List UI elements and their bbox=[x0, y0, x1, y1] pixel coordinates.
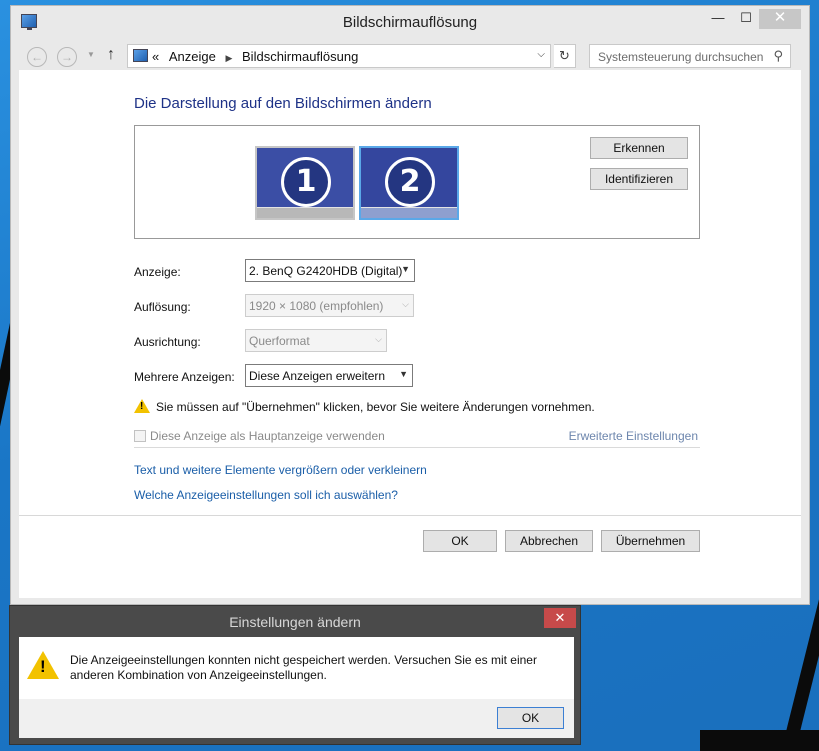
close-button[interactable]: ✕ bbox=[759, 9, 801, 29]
display-settings-window: Bildschirmauflösung — ☐ ✕ ← → ▼ ↑ « Anze… bbox=[10, 5, 810, 605]
display-select-value: 2. BenQ G2420HDB (Digital) bbox=[249, 264, 403, 278]
resolution-select-value: 1920 × 1080 (empfohlen) bbox=[249, 299, 384, 313]
text-size-link[interactable]: Text und weitere Elemente vergrößern ode… bbox=[134, 463, 427, 477]
main-display-checkbox-label: Diese Anzeige als Hauptanzeige verwenden bbox=[150, 429, 385, 443]
monitor-arrangement-panel: 1 2 Erkennen Identifizieren bbox=[134, 125, 700, 239]
orientation-select: Querformat ⌵ bbox=[245, 329, 387, 352]
content-panel: Die Darstellung auf den Bildschirmen änd… bbox=[19, 70, 801, 598]
apply-button[interactable]: Übernehmen bbox=[601, 530, 700, 552]
warning-text: Sie müssen auf "Übernehmen" klicken, bev… bbox=[156, 400, 595, 414]
divider bbox=[134, 447, 700, 448]
address-dropdown-chevron-icon[interactable]: ⌵ bbox=[537, 49, 545, 60]
multiple-displays-select[interactable]: Diese Anzeigen erweitern ▼ bbox=[245, 364, 413, 387]
cancel-button[interactable]: Abbrechen bbox=[505, 530, 593, 552]
detect-button[interactable]: Erkennen bbox=[590, 137, 688, 159]
page-title: Die Darstellung auf den Bildschirmen änd… bbox=[134, 95, 432, 112]
warning-icon bbox=[134, 399, 150, 413]
up-arrow-icon[interactable]: ↑ bbox=[107, 46, 115, 64]
address-bar-row: ← → ▼ ↑ « Anzeige ▶ Bildschirmauflösung … bbox=[11, 43, 809, 73]
dialog-ok-button[interactable]: OK bbox=[497, 707, 564, 729]
control-panel-icon bbox=[133, 49, 148, 62]
footer-divider bbox=[19, 515, 801, 516]
dialog-message-line: anderen Kombination von Anzeigeeinstellu… bbox=[70, 668, 327, 682]
multiple-displays-value: Diese Anzeigen erweitern bbox=[249, 369, 386, 383]
advanced-settings-link[interactable]: Erweiterte Einstellungen bbox=[569, 429, 698, 443]
breadcrumb-item-resolution[interactable]: Bildschirmauflösung bbox=[242, 49, 358, 64]
warning-icon bbox=[27, 651, 59, 679]
chevron-down-icon: ⌵ bbox=[402, 299, 409, 309]
address-bar[interactable]: « Anzeige ▶ Bildschirmauflösung ⌵ bbox=[127, 44, 551, 68]
search-input[interactable]: Systemsteuerung durchsuchen ⚲ bbox=[589, 44, 791, 68]
forward-arrow-icon[interactable]: → bbox=[57, 47, 77, 67]
maximize-button[interactable]: ☐ bbox=[732, 9, 760, 29]
chevron-down-icon: ▼ bbox=[401, 264, 410, 274]
chevron-down-icon: ⌵ bbox=[375, 334, 382, 344]
dialog-close-button[interactable]: ✕ bbox=[544, 608, 576, 628]
orientation-select-value: Querformat bbox=[249, 334, 310, 348]
multiple-displays-label: Mehrere Anzeigen: bbox=[134, 370, 235, 384]
desktop-stripe bbox=[700, 730, 819, 751]
resolution-label: Auflösung: bbox=[134, 300, 191, 314]
identify-button[interactable]: Identifizieren bbox=[590, 168, 688, 190]
dialog-message: Die Anzeigeeinstellungen konnten nicht g… bbox=[70, 653, 550, 683]
breadcrumb-overflow[interactable]: « bbox=[152, 49, 159, 64]
monitor-number: 1 bbox=[281, 157, 331, 207]
resolution-select: 1920 × 1080 (empfohlen) ⌵ bbox=[245, 294, 414, 317]
minimize-button[interactable]: — bbox=[704, 9, 732, 29]
window-title: Bildschirmauflösung bbox=[342, 14, 478, 31]
monitor-1-tile[interactable]: 1 bbox=[255, 146, 355, 220]
search-placeholder: Systemsteuerung durchsuchen bbox=[598, 50, 764, 64]
breadcrumb-item-anzeige[interactable]: Anzeige bbox=[169, 49, 216, 64]
apply-warning: Sie müssen auf "Übernehmen" klicken, bev… bbox=[134, 399, 595, 414]
main-display-checkbox-row: Diese Anzeige als Hauptanzeige verwenden bbox=[134, 429, 385, 443]
display-select[interactable]: 2. BenQ G2420HDB (Digital) ▼ bbox=[245, 259, 415, 282]
dialog-title: Einstellungen ändern bbox=[229, 614, 361, 630]
back-arrow-icon[interactable]: ← bbox=[27, 47, 47, 67]
breadcrumb-separator-icon[interactable]: ▶ bbox=[225, 53, 232, 63]
error-dialog: Einstellungen ändern ✕ Die Anzeigeeinste… bbox=[9, 605, 581, 745]
breadcrumb: « Anzeige ▶ Bildschirmauflösung bbox=[152, 49, 358, 64]
display-label: Anzeige: bbox=[134, 265, 181, 279]
ok-button[interactable]: OK bbox=[423, 530, 497, 552]
main-display-checkbox bbox=[134, 430, 146, 442]
title-bar[interactable]: Bildschirmauflösung — ☐ ✕ bbox=[11, 6, 809, 39]
chevron-down-icon: ▼ bbox=[399, 369, 408, 379]
monitor-2-tile[interactable]: 2 bbox=[359, 146, 459, 220]
monitor-number: 2 bbox=[385, 157, 435, 207]
dialog-body: Die Anzeigeeinstellungen konnten nicht g… bbox=[19, 637, 574, 738]
display-help-link[interactable]: Welche Anzeigeeinstellungen soll ich aus… bbox=[134, 488, 398, 502]
orientation-label: Ausrichtung: bbox=[134, 335, 201, 349]
recent-locations-chevron-icon[interactable]: ▼ bbox=[87, 50, 95, 59]
dialog-message-line: Die Anzeigeeinstellungen konnten nicht g… bbox=[70, 653, 537, 667]
dialog-message-area: Die Anzeigeeinstellungen konnten nicht g… bbox=[19, 637, 574, 699]
search-icon[interactable]: ⚲ bbox=[773, 48, 783, 64]
refresh-icon[interactable]: ↻ bbox=[554, 44, 576, 68]
